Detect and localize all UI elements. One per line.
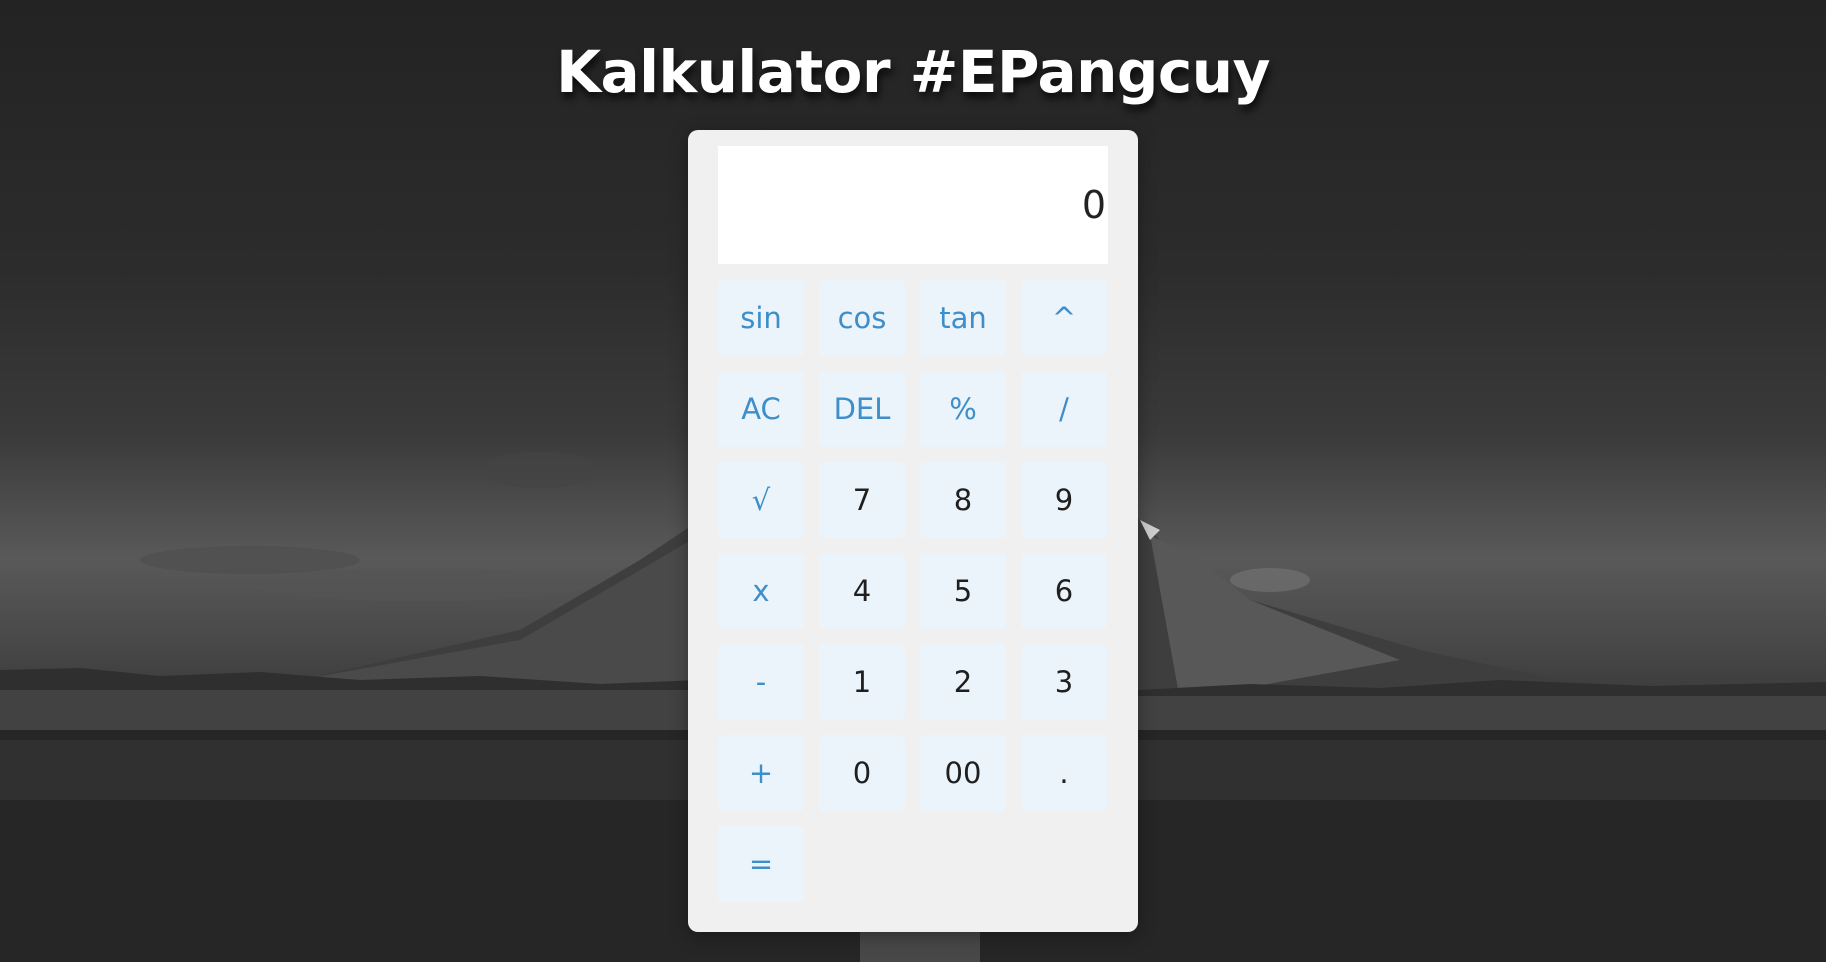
calculator-display: 0 [718,146,1108,264]
digit-9-button[interactable]: 9 [1021,462,1107,538]
cos-button[interactable]: cos [819,280,905,356]
percent-button[interactable]: % [920,371,1006,447]
digit-1-button[interactable]: 1 [819,644,905,720]
page-title: Kalkulator #EPangcuy [556,38,1270,106]
sin-button[interactable]: sin [718,280,804,356]
digit-4-button[interactable]: 4 [819,553,905,629]
digit-7-button[interactable]: 7 [819,462,905,538]
tan-button[interactable]: tan [920,280,1006,356]
delete-button[interactable]: DEL [819,371,905,447]
digit-6-button[interactable]: 6 [1021,553,1107,629]
square-root-button[interactable]: √ [718,462,804,538]
power-button[interactable]: ^ [1021,280,1107,356]
add-button[interactable]: + [718,735,804,811]
digit-3-button[interactable]: 3 [1021,644,1107,720]
subtract-button[interactable]: - [718,644,804,720]
divide-button[interactable]: / [1021,371,1107,447]
decimal-point-button[interactable]: . [1021,735,1107,811]
digit-5-button[interactable]: 5 [920,553,1006,629]
calculator-panel: 0 sin cos tan ^ AC DEL% / √ 7 8 9 x 4 5 6-1 2 3 +0 00. = [688,130,1138,932]
display-value: 0 [1081,183,1106,227]
digit-8-button[interactable]: 8 [920,462,1006,538]
digit-0-button[interactable]: 0 [819,735,905,811]
equals-button[interactable]: = [718,826,804,902]
digit-2-button[interactable]: 2 [920,644,1006,720]
double-zero-button[interactable]: 00 [920,735,1006,811]
all-clear-button[interactable]: AC [718,371,804,447]
multiply-button[interactable]: x [718,553,804,629]
